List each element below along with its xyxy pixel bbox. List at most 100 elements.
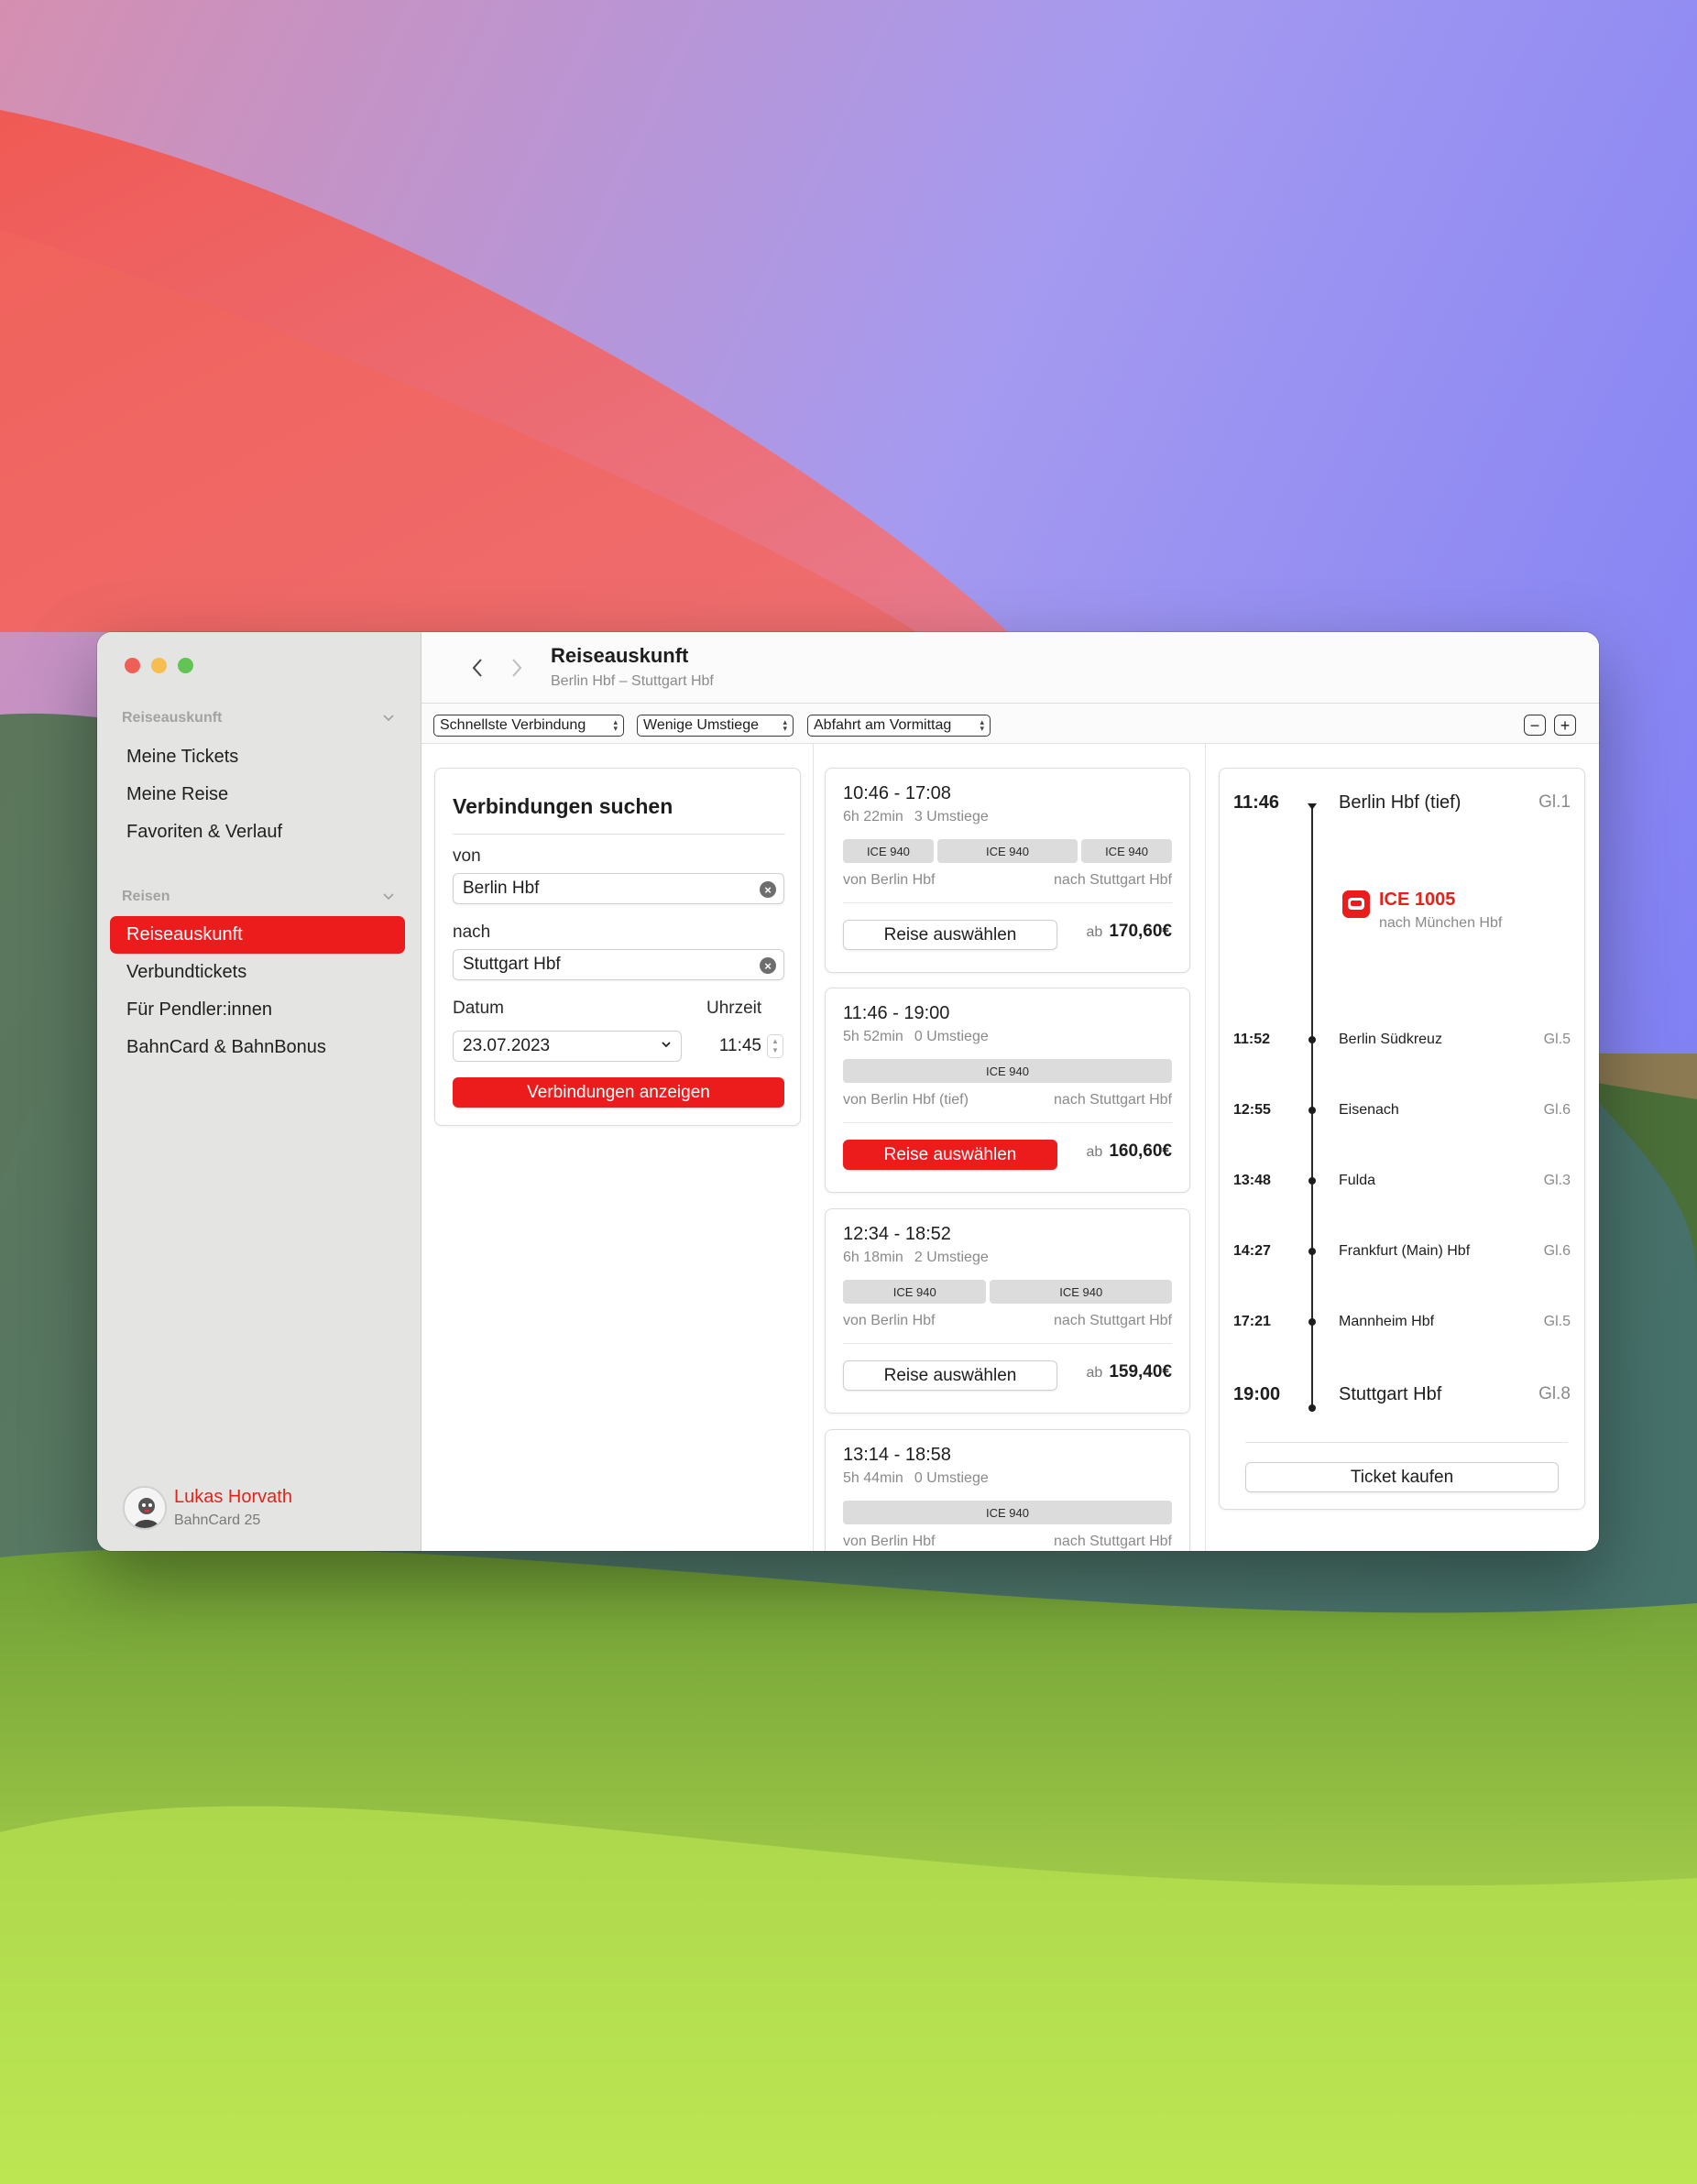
price-amount: 159,40€ — [1109, 1362, 1172, 1381]
sidebar-item-pendler[interactable]: Für Pendler:innen — [110, 991, 405, 1029]
stop-time: 11:52 — [1233, 1032, 1271, 1047]
filter-label: Schnellste Verbindung — [440, 717, 586, 733]
stop-row: 11:52 Berlin Südkreuz Gl.5 — [1220, 1032, 1584, 1059]
minimize-window-button[interactable] — [151, 658, 167, 673]
show-connections-button[interactable]: Verbindungen anzeigen — [453, 1077, 784, 1108]
chevron-down-icon — [383, 715, 394, 722]
time-stepper[interactable]: ▲ ▼ — [767, 1034, 783, 1058]
filter-schnellste[interactable]: Schnellste Verbindung ▴ ▾ — [433, 715, 624, 737]
connection-endpoints: von Berlin Hbf (tief) nach Stuttgart Hbf — [843, 1092, 1172, 1108]
to-label: nach — [453, 923, 491, 942]
connection-duration: 6h 22min — [843, 809, 903, 824]
buy-ticket-button[interactable]: Ticket kaufen — [1245, 1462, 1559, 1492]
connection-duration: 6h 18min — [843, 1250, 903, 1265]
connection-endpoints: von Berlin Hbf nach Stuttgart Hbf — [843, 872, 1172, 889]
price-amount: 170,60€ — [1109, 922, 1172, 941]
avatar-illustration-icon — [125, 1488, 165, 1528]
price-prefix: ab — [1086, 924, 1103, 940]
connection-changes: 2 Umstiege — [914, 1250, 989, 1265]
select-journey-button[interactable]: Reise auswählen — [843, 1140, 1057, 1170]
stop-dot — [1308, 1404, 1316, 1412]
connection-time: 10:46 - 17:08 — [843, 783, 951, 803]
connection-meta: 5h 52min 0 Umstiege — [843, 1029, 989, 1045]
chevron-left-icon — [472, 659, 482, 677]
sidebar-section-reisen[interactable]: Reisen — [122, 886, 395, 908]
zoom-out-button[interactable]: − — [1524, 715, 1546, 736]
window-controls — [125, 658, 193, 673]
page-title: Reiseauskunft — [551, 644, 689, 667]
connection-to: nach Stuttgart Hbf — [1054, 872, 1172, 888]
stop-row: 19:00 Stuttgart Hbf Gl.8 — [1220, 1384, 1584, 1412]
from-value: Berlin Hbf — [463, 879, 540, 898]
from-label: von — [453, 846, 481, 866]
chevron-down-icon — [662, 1042, 671, 1048]
sidebar-item-verbundtickets[interactable]: Verbundtickets — [110, 954, 405, 991]
close-window-button[interactable] — [125, 658, 140, 673]
divider — [843, 902, 1172, 903]
sidebar-section-reiseauskunft[interactable]: Reiseauskunft — [122, 707, 395, 729]
connection-meta: 5h 44min 0 Umstiege — [843, 1470, 989, 1487]
time-field[interactable]: 11:45 ▲ ▼ — [706, 1031, 785, 1062]
sidebar-item-favoriten[interactable]: Favoriten & Verlauf — [110, 814, 405, 851]
stop-platform: Gl.3 — [1543, 1173, 1571, 1188]
sidebar-item-reiseauskunft[interactable]: Reiseauskunft — [110, 916, 405, 954]
connection-card[interactable]: 10:46 - 17:08 6h 22min 3 Umstiege ICE 940… — [825, 768, 1190, 973]
from-field[interactable]: Berlin Hbf × — [453, 873, 784, 904]
main-area: Reiseauskunft Berlin Hbf – Stuttgart Hbf… — [422, 632, 1599, 1551]
stop-time: 14:27 — [1233, 1243, 1271, 1259]
minus-icon: − — [1529, 715, 1540, 735]
connection-card[interactable]: 12:34 - 18:52 6h 18min 2 Umstiege ICE 940… — [825, 1208, 1190, 1414]
select-journey-button[interactable]: Reise auswählen — [843, 920, 1057, 950]
filter-label: Wenige Umstiege — [643, 717, 759, 733]
divider — [1245, 1442, 1568, 1443]
updown-chevron-icon: ▴ ▾ — [980, 717, 984, 733]
user-profile[interactable]: Lukas Horvath BahnCard 25 — [123, 1486, 292, 1530]
connection-time: 12:34 - 18:52 — [843, 1224, 951, 1244]
avatar — [123, 1486, 167, 1530]
clear-icon[interactable]: × — [760, 957, 776, 974]
column-divider — [813, 744, 814, 1551]
user-subtitle: BahnCard 25 — [174, 1512, 261, 1528]
train-chip: ICE 940 — [843, 839, 934, 863]
select-journey-button[interactable]: Reise auswählen — [843, 1360, 1057, 1391]
train-segments: ICE 940 — [843, 1501, 1172, 1524]
sidebar-section-title: Reisen — [122, 889, 170, 904]
connection-from: von Berlin Hbf — [843, 1313, 936, 1328]
filter-umstiege[interactable]: Wenige Umstiege ▴ ▾ — [637, 715, 794, 737]
connection-changes: 0 Umstiege — [914, 1029, 989, 1044]
zoom-in-button[interactable]: + — [1554, 715, 1576, 736]
train-chip: ICE 940 — [1081, 839, 1172, 863]
connection-duration: 5h 52min — [843, 1029, 903, 1044]
sidebar-item-label: BahnCard & BahnBonus — [126, 1037, 326, 1057]
stop-dot — [1308, 1177, 1316, 1185]
train-chip: ICE 940 — [843, 1059, 1172, 1083]
filter-vormittag[interactable]: Abfahrt am Vormittag ▴ ▾ — [807, 715, 991, 737]
journey-detail-card: 11:46 Berlin Hbf (tief) Gl.1 ICE 1005 na… — [1219, 768, 1585, 1510]
price-prefix: ab — [1086, 1365, 1103, 1381]
sidebar-item-bahncard[interactable]: BahnCard & BahnBonus — [110, 1029, 405, 1066]
back-button[interactable] — [465, 654, 490, 682]
connection-changes: 3 Umstiege — [914, 809, 989, 824]
price: ab 159,40€ — [1087, 1362, 1172, 1382]
connection-duration: 5h 44min — [843, 1470, 903, 1486]
stop-platform: Gl.6 — [1543, 1243, 1571, 1259]
stop-name: Fulda — [1339, 1173, 1376, 1188]
to-field[interactable]: Stuttgart Hbf × — [453, 949, 784, 980]
connection-card[interactable]: 13:14 - 18:58 5h 44min 0 Umstiege ICE 940… — [825, 1429, 1190, 1551]
search-title: Verbindungen suchen — [453, 794, 673, 818]
sidebar-item-meine-tickets[interactable]: Meine Tickets — [110, 738, 405, 776]
date-picker[interactable]: 23.07.2023 — [453, 1031, 682, 1062]
button-label: Reise auswählen — [883, 1144, 1017, 1164]
sidebar-item-meine-reise[interactable]: Meine Reise — [110, 776, 405, 814]
connection-to: nach Stuttgart Hbf — [1054, 1313, 1172, 1328]
connection-card-selected[interactable]: 11:46 - 19:00 5h 52min 0 Umstiege ICE 940… — [825, 988, 1190, 1193]
stop-row: 13:48 Fulda Gl.3 — [1220, 1173, 1584, 1200]
connection-to: nach Stuttgart Hbf — [1054, 1092, 1172, 1108]
connection-meta: 6h 18min 2 Umstiege — [843, 1250, 989, 1266]
stop-row: 12:55 Eisenach Gl.6 — [1220, 1102, 1584, 1130]
forward-button[interactable] — [504, 654, 530, 682]
stop-platform: Gl.5 — [1543, 1032, 1571, 1047]
zoom-window-button[interactable] — [178, 658, 193, 673]
stop-name: Eisenach — [1339, 1102, 1399, 1118]
clear-icon[interactable]: × — [760, 881, 776, 898]
